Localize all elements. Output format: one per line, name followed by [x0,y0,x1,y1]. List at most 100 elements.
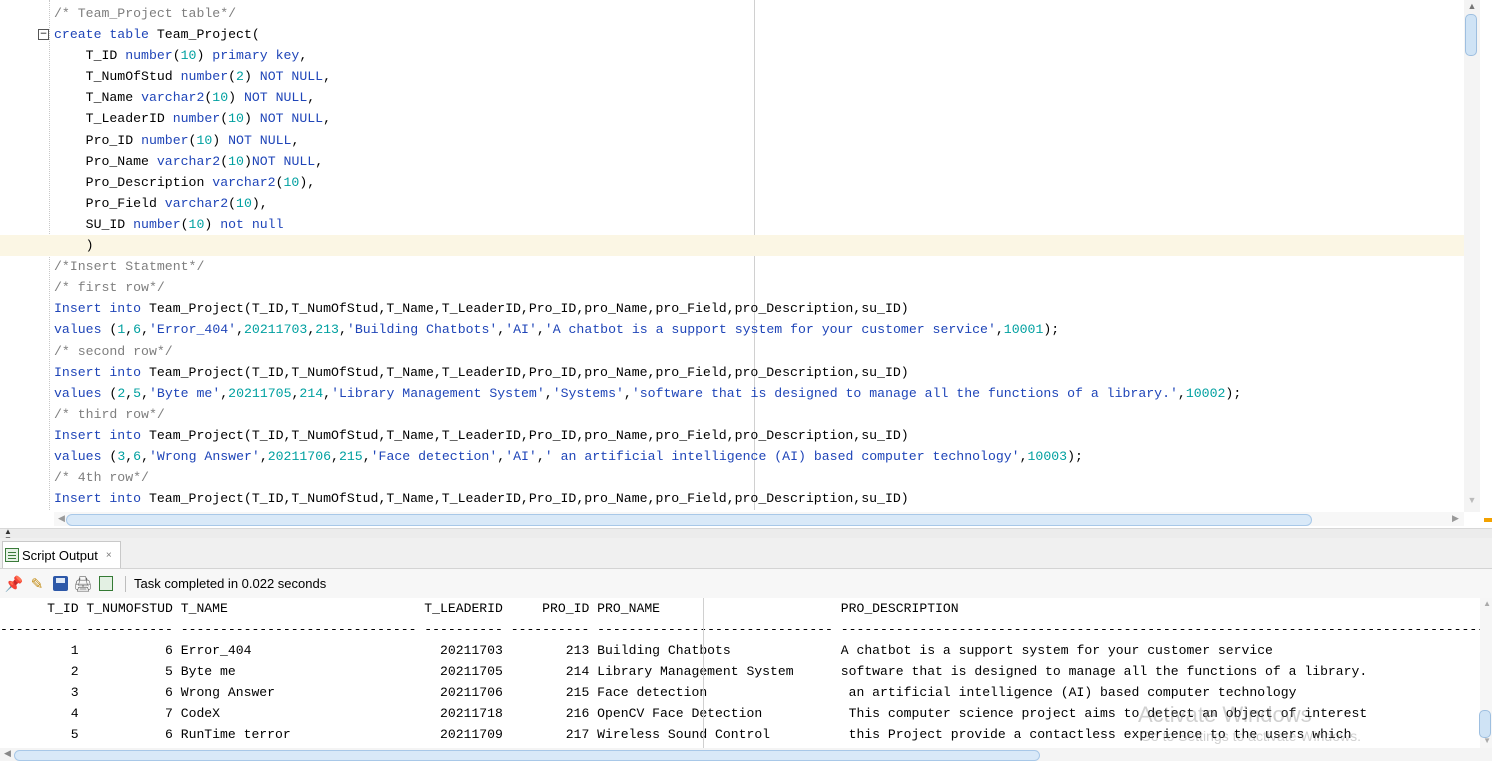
code-line[interactable]: values (3,6,'Wrong Answer',20211706,215,… [0,446,1466,467]
code-line[interactable]: Pro_Name varchar2(10)NOT NULL, [0,151,1466,172]
tab-label: Script Output [22,547,98,563]
print-icon[interactable]: 🖨 [73,575,92,593]
code-line[interactable]: SU_ID number(10) not null [0,214,1466,235]
code-token: 'A chatbot is a support system for your … [544,322,996,338]
code-line[interactable]: − create table Team_Project( [0,24,1466,45]
scroll-up-arrow-icon[interactable]: ▲ [1483,599,1491,608]
code-text: Insert into Team_Project(T_ID,T_NumOfStu… [54,425,909,446]
code-line[interactable]: Insert into Team_Project(T_ID,T_NumOfStu… [0,425,1466,446]
scroll-left-arrow-icon[interactable]: ◀ [58,513,65,524]
code-line[interactable]: /* 4th row*/ [0,467,1466,488]
code-token: NOT NULL [251,153,316,169]
editor-horizontal-scroll-thumb[interactable] [66,514,1312,526]
fold-toggle-icon[interactable]: − [38,29,49,41]
code-line[interactable]: /* second row*/ [0,341,1466,362]
code-token: /* 4th row*/ [54,470,149,486]
code-token: , [497,448,506,464]
code-token: 'Error_404' [149,322,237,338]
code-token: ) [212,132,229,148]
code-text: ) [54,235,94,256]
code-token: Team_Project(T_ID,T_NumOfStud,T_Name,T_L… [148,427,909,443]
code-token: 10 [180,48,197,64]
sql-editor[interactable]: /* Team_Project table*/ − create table Tea… [0,0,1492,528]
code-text: Insert into Team_Project(T_ID,T_NumOfStu… [54,488,909,509]
code-token: 6 [133,448,142,464]
code-token: , [1177,385,1186,401]
output-separator-row: ---------- ----------- -----------------… [0,622,1492,637]
code-token: , [125,322,134,338]
code-line[interactable]: Insert into Team_Project(T_ID,T_NumOfStu… [0,488,1466,509]
code-token: 10 [283,174,300,190]
code-token: Team_Project(T_ID,T_NumOfStud,T_Name,T_L… [148,301,909,317]
code-token: , [623,385,632,401]
pin-icon[interactable]: 📌 [5,575,24,593]
code-token: number [180,69,229,85]
code-token: T_NumOfStud [54,69,181,85]
code-token: , [259,448,268,464]
script-output-area[interactable]: T_ID T_NUMOFSTUD T_NAME T_LEADERID PRO_I… [0,598,1492,748]
code-token: 'software that is designed to manage all… [631,385,1178,401]
code-token: , [323,69,332,85]
code-token: values [54,322,110,338]
code-token: NOT NULL [243,90,308,106]
code-token: , [497,322,506,338]
code-token: ( [228,195,237,211]
code-token: ' an artificial intelligence (AI) based … [544,448,1020,464]
code-token: values [54,385,110,401]
eraser-icon[interactable]: ✎ [28,575,46,593]
activate-windows-title: Activate Windows [1138,702,1312,727]
scroll-up-arrow-icon[interactable]: ▲ [1464,0,1480,12]
code-line[interactable]: values (2,5,'Byte me',20211705,214,'Libr… [0,383,1466,404]
code-line[interactable]: Pro_ID number(10) NOT NULL, [0,130,1466,151]
code-line[interactable]: T_Name varchar2(10) NOT NULL, [0,87,1466,108]
code-token: /* Team_Project table*/ [54,6,237,21]
code-line[interactable]: /* first row*/ [0,277,1466,298]
code-token: 10 [196,132,213,148]
code-text: /* third row*/ [54,404,165,425]
activate-windows-subtitle: Go to Settings to activate Windows. [1140,728,1361,744]
code-line[interactable]: T_ID number(10) primary key, [0,45,1466,66]
scroll-down-arrow-icon[interactable]: ▼ [1483,736,1491,745]
code-token: , [323,111,332,127]
save-button[interactable] [51,575,69,593]
scroll-right-arrow-icon[interactable]: ▶ [1452,513,1459,524]
scroll-down-arrow-icon[interactable]: ▼ [1464,494,1480,506]
code-text: values (2,5,'Byte me',20211705,214,'Libr… [54,383,1241,404]
code-token: Insert into [54,301,149,317]
code-line[interactable]: Insert into Team_Project(T_ID,T_NumOfStu… [0,362,1466,383]
code-token: Team_Project(T_ID,T_NumOfStud,T_Name,T_L… [148,364,909,380]
code-line[interactable]: ) [0,235,1466,257]
code-token: , [141,322,150,338]
code-area[interactable]: /* Team_Project table*/ − create table Tea… [0,3,1466,509]
output-horizontal-scroll-thumb[interactable] [14,750,1040,761]
code-token: ); [1043,322,1060,338]
code-line[interactable]: /* Team_Project table*/ [0,3,1466,24]
code-token: , [125,385,134,401]
close-icon[interactable]: × [106,550,112,561]
code-token: , [536,322,545,338]
code-line[interactable]: Pro_Field varchar2(10), [0,193,1466,214]
output-margin-line [703,598,704,748]
code-token: ) [204,216,221,232]
code-line[interactable]: Pro_Description varchar2(10), [0,172,1466,193]
code-token: , [307,90,316,106]
output-vertical-scroll-thumb[interactable] [1479,710,1491,738]
report-button[interactable] [97,575,115,593]
code-line[interactable]: values (1,6,'Error_404',20211703,213,'Bu… [0,319,1466,340]
code-token: , [338,322,347,338]
code-token: ( [180,216,189,232]
editor-vertical-scrollbar[interactable] [1464,0,1480,512]
output-row: 1 6 Error_404 20211703 213 Building Chat… [0,643,1273,658]
editor-vertical-scroll-thumb[interactable] [1465,14,1477,56]
code-token: , [299,48,308,64]
code-line[interactable]: Insert into Team_Project(T_ID,T_NumOfStu… [0,298,1466,319]
code-line[interactable]: T_LeaderID number(10) NOT NULL, [0,108,1466,129]
code-line[interactable]: /*Insert Statment*/ [0,256,1466,277]
code-line[interactable]: T_NumOfStud number(2) NOT NULL, [0,66,1466,87]
code-token: , [125,448,134,464]
code-token: , [291,132,300,148]
tab-script-output[interactable]: Script Output × [2,541,121,568]
code-token: ( [172,48,181,64]
scroll-left-arrow-icon[interactable]: ◀ [4,748,11,759]
code-line[interactable]: /* third row*/ [0,404,1466,425]
